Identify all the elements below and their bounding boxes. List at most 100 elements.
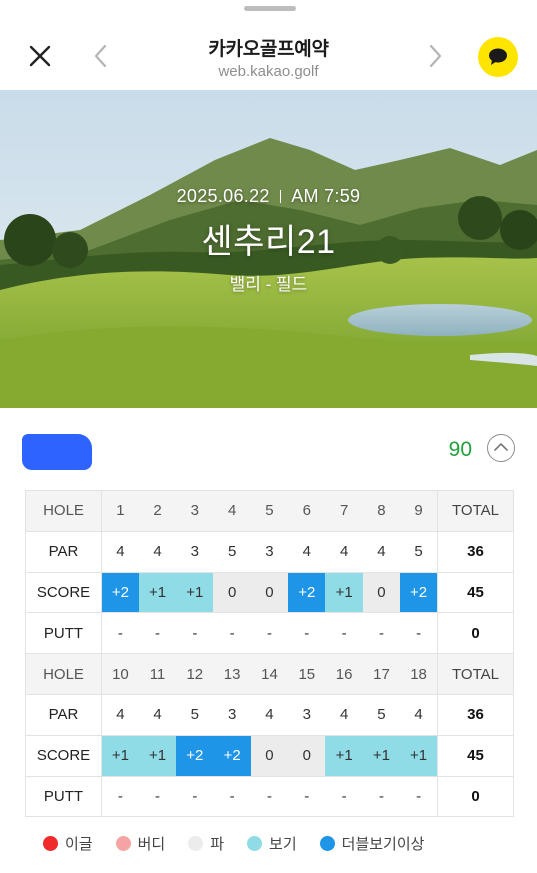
putt-cell: - xyxy=(288,775,326,818)
hole-number: 16 xyxy=(325,653,363,695)
putt-cell: - xyxy=(250,775,289,818)
score-cell: +1 xyxy=(100,734,139,777)
front-score-row: SCORE +2 +1 +1 0 0 +2 +1 0 +2 45 xyxy=(25,571,514,614)
score-total: 45 xyxy=(437,734,514,777)
legend-item-double-bogey: 더블보기이상 xyxy=(319,833,425,854)
score-cell: +1 xyxy=(138,571,177,614)
row-label: SCORE xyxy=(25,571,102,614)
putt-cell: - xyxy=(362,612,401,655)
back-hole-row: HOLE 10 11 12 13 14 15 16 17 18 TOTAL xyxy=(25,653,514,695)
par-cell: 4 xyxy=(325,530,363,573)
date-time-divider xyxy=(279,190,282,203)
scorecard-table: HOLE 1 2 3 4 5 6 7 8 9 TOTAL PAR 4 4 3 5… xyxy=(25,490,514,818)
par-cell: 4 xyxy=(400,693,439,736)
par-cell: 4 xyxy=(138,693,177,736)
front-hole-row: HOLE 1 2 3 4 5 6 7 8 9 TOTAL xyxy=(25,490,514,532)
row-label: SCORE xyxy=(25,734,102,777)
par-cell: 4 xyxy=(138,530,177,573)
hole-number: 15 xyxy=(288,653,326,695)
par-cell: 3 xyxy=(213,693,251,736)
row-label: HOLE xyxy=(25,653,102,695)
par-cell: 5 xyxy=(400,530,439,573)
legend-dot xyxy=(115,835,131,851)
par-cell: 5 xyxy=(176,693,214,736)
putt-cell: - xyxy=(138,612,177,655)
hole-number: 1 xyxy=(100,490,139,532)
putt-cell: - xyxy=(288,612,326,655)
tee-time: 2025.06.22 AM 7:59 xyxy=(0,186,537,207)
score-cell: +2 xyxy=(288,571,326,614)
score-cell: +2 xyxy=(100,571,139,614)
legend-label: 버디 xyxy=(137,835,166,853)
legend-label: 이글 xyxy=(65,835,93,853)
kakao-talk-button[interactable] xyxy=(478,37,518,77)
par-cell: 3 xyxy=(176,530,214,573)
row-label: PAR xyxy=(25,530,102,573)
legend-item-eagle: 이글 xyxy=(43,833,93,854)
total-score: 90 xyxy=(448,438,472,461)
sheet-grabber[interactable] xyxy=(244,6,296,11)
score-cell: 0 xyxy=(250,734,289,777)
row-label: HOLE xyxy=(25,490,102,532)
collapse-button[interactable] xyxy=(487,434,515,462)
tee-clock: AM 7:59 xyxy=(291,186,361,206)
page-title: 카카오골프예약 xyxy=(208,39,329,60)
par-cell: 4 xyxy=(100,530,139,573)
par-cell: 4 xyxy=(288,530,326,573)
putt-cell: - xyxy=(176,775,214,818)
chevron-up-icon xyxy=(494,443,508,451)
row-label: PAR xyxy=(25,693,102,736)
par-cell: 3 xyxy=(250,530,289,573)
score-cell: 0 xyxy=(250,571,289,614)
front-putt-row: PUTT - - - - - - - - - 0 xyxy=(25,612,514,655)
putt-total: 0 xyxy=(437,775,514,818)
forward-button[interactable] xyxy=(420,38,450,74)
tee-date: 2025.06.22 xyxy=(176,186,270,206)
row-label: PUTT xyxy=(25,612,102,655)
back-par-row: PAR 4 4 5 3 4 3 4 5 4 36 xyxy=(25,693,514,736)
legend-item-par: 파 xyxy=(188,833,224,854)
hole-number: 7 xyxy=(325,490,363,532)
page-url: web.kakao.golf xyxy=(218,63,319,80)
chevron-right-icon xyxy=(429,44,442,68)
hole-number: 9 xyxy=(400,490,439,532)
legend-dot xyxy=(188,835,204,851)
score-cell: +1 xyxy=(325,734,363,777)
back-score-row: SCORE +1 +1 +2 +2 0 0 +1 +1 +1 45 xyxy=(25,734,514,777)
legend-item-bogey: 보기 xyxy=(247,833,297,854)
hole-number: 6 xyxy=(288,490,326,532)
putt-cell: - xyxy=(362,775,401,818)
hole-number: 12 xyxy=(176,653,214,695)
putt-cell: - xyxy=(400,775,439,818)
course-banner: 2025.06.22 AM 7:59 센추리21 밸리 - 필드 xyxy=(0,90,537,408)
par-total: 36 xyxy=(437,530,514,573)
total-header: TOTAL xyxy=(437,653,514,695)
hole-number: 11 xyxy=(138,653,177,695)
putt-cell: - xyxy=(100,775,139,818)
legend-label: 보기 xyxy=(269,835,297,853)
legend-label: 더블보기이상 xyxy=(341,835,425,853)
score-cell: +1 xyxy=(325,571,363,614)
putt-cell: - xyxy=(250,612,289,655)
putt-cell: - xyxy=(100,612,139,655)
hole-number: 4 xyxy=(213,490,251,532)
legend-dot xyxy=(247,835,263,851)
legend-dot xyxy=(319,835,335,851)
browser-header: 카카오골프예약 web.kakao.golf xyxy=(0,18,537,90)
putt-cell: - xyxy=(400,612,439,655)
hole-number: 17 xyxy=(362,653,401,695)
par-cell: 4 xyxy=(325,693,363,736)
course-name: 센추리21 xyxy=(201,223,336,261)
putt-cell: - xyxy=(325,612,363,655)
score-cell: 0 xyxy=(213,571,251,614)
total-header: TOTAL xyxy=(437,490,514,532)
sub-course-name: 밸리 - 필드 xyxy=(229,275,308,294)
score-cell: 0 xyxy=(288,734,326,777)
putt-cell: - xyxy=(213,612,251,655)
hole-number: 3 xyxy=(176,490,214,532)
hole-number: 8 xyxy=(362,490,401,532)
score-cell: +1 xyxy=(362,734,401,777)
score-legend: 이글 버디 파 보기 더블보기이상 xyxy=(43,832,447,854)
par-cell: 4 xyxy=(362,530,401,573)
legend-dot xyxy=(43,835,58,851)
